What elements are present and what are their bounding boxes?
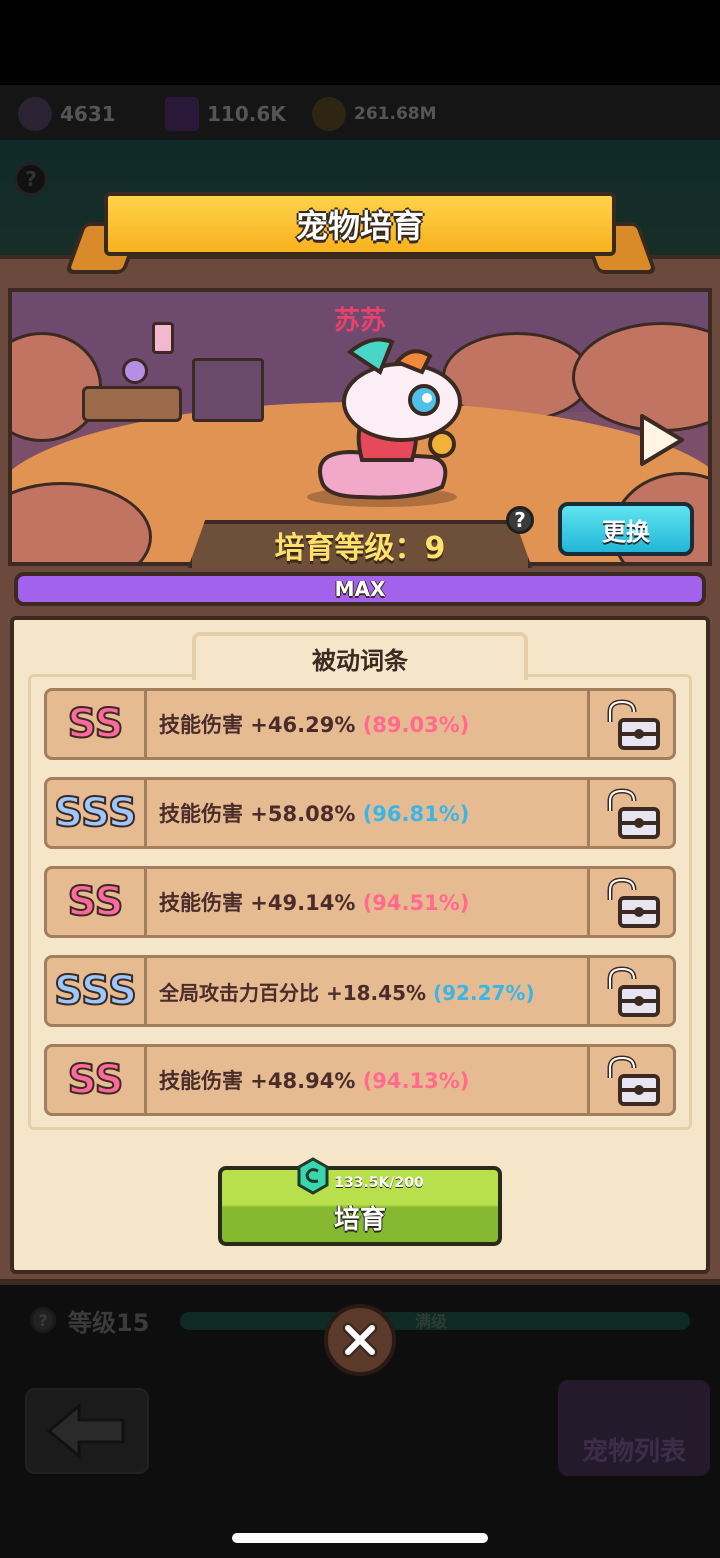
background-max-label: 满级: [415, 1312, 448, 1331]
lock-toggle[interactable]: [587, 1047, 673, 1113]
lock-toggle[interactable]: [587, 691, 673, 757]
cultivate-label: 培育: [333, 1204, 386, 1235]
passive-text: 技能伤害 +46.29%: [159, 713, 356, 737]
cultivate-button[interactable]: 133.5K/200 培育: [218, 1156, 502, 1246]
passive-text: 技能伤害 +58.08%: [159, 802, 356, 826]
passive-desc: 全局攻击力百分比 +18.45% (92.27%): [147, 977, 587, 1006]
resource-cube: 110.6K: [165, 96, 305, 132]
background-level-label: 等级15: [68, 1308, 150, 1337]
gold-coin-icon: [312, 97, 346, 131]
passive-pct: (92.27%): [433, 980, 535, 1005]
passive-pct: (94.51%): [362, 891, 470, 915]
lock-toggle[interactable]: [587, 780, 673, 846]
passive-text: 全局攻击力百分比 +18.45%: [159, 980, 427, 1005]
passive-row: SSS 全局攻击力百分比 +18.45% (92.27%): [44, 955, 676, 1027]
unlock-icon: [607, 699, 660, 750]
unlock-icon: [607, 1055, 660, 1106]
unlock-icon: [607, 877, 660, 928]
passive-desc: 技能伤害 +49.14% (94.51%): [147, 887, 587, 917]
pet-list-button: 宠物列表: [558, 1380, 710, 1476]
level-help-icon: ?: [30, 1307, 56, 1333]
cultivate-level-label: 培育等级：9: [274, 531, 446, 566]
passive-text: 技能伤害 +48.94%: [159, 1069, 356, 1093]
swap-button[interactable]: 更换: [558, 502, 694, 556]
cultivate-cost: 133.5K/200: [296, 1156, 424, 1195]
back-arrow-icon: [46, 1402, 125, 1460]
passive-row: SSS 技能伤害 +58.08% (96.81%): [44, 777, 676, 849]
potion-table: [82, 386, 182, 422]
back-button: [25, 1388, 149, 1474]
dark-egg-icon: [18, 97, 52, 131]
grade-badge: SSS: [47, 780, 147, 846]
grade-badge: SS: [47, 1047, 147, 1113]
potion-bottle: [152, 322, 174, 354]
pet-name: 苏苏: [333, 306, 386, 336]
passive-pct: (96.81%): [362, 802, 470, 826]
passive-row: SS 技能伤害 +46.29% (89.03%): [44, 688, 676, 760]
unlock-icon: [607, 966, 660, 1017]
background-help-icon: ?: [14, 162, 48, 196]
unlock-icon: [607, 788, 660, 839]
passive-desc: 技能伤害 +48.94% (94.13%): [147, 1065, 587, 1095]
resource-coin: 261.68M: [312, 96, 472, 132]
home-indicator[interactable]: [232, 1533, 488, 1543]
grade-badge: SSS: [47, 958, 147, 1024]
close-button[interactable]: [324, 1304, 396, 1376]
passive-desc: 技能伤害 +46.29% (89.03%): [147, 709, 587, 739]
cultivate-cost-value: 133.5K/200: [334, 1174, 424, 1191]
banner-sign: [192, 358, 264, 422]
passive-text: 技能伤害 +49.14%: [159, 891, 356, 915]
panel-title: 宠物培育: [104, 192, 616, 256]
potion-bottle: [122, 358, 148, 384]
passive-desc: 技能伤害 +58.08% (96.81%): [147, 798, 587, 828]
progress-label: MAX: [334, 577, 386, 601]
resource-egg-value: 4631: [60, 102, 116, 126]
passive-tab: 被动词条: [192, 632, 528, 680]
lock-toggle[interactable]: [587, 869, 673, 935]
resource-cube-value: 110.6K: [207, 102, 286, 126]
passive-pct: (94.13%): [362, 1069, 470, 1093]
grade-badge: SS: [47, 869, 147, 935]
passive-pct: (89.03%): [362, 713, 470, 737]
lock-toggle[interactable]: [587, 958, 673, 1024]
passive-row: SS 技能伤害 +49.14% (94.51%): [44, 866, 676, 938]
next-pet-arrow-icon[interactable]: [636, 412, 686, 468]
progress-bar: MAX: [14, 572, 706, 606]
pet-list-label: 宠物列表: [581, 1437, 686, 1467]
purple-cube-icon: [165, 97, 199, 131]
pet-creature-image: [307, 337, 462, 507]
help-icon[interactable]: ?: [506, 506, 534, 534]
close-icon: [342, 1322, 378, 1358]
resource-egg: 4631: [18, 96, 148, 132]
resource-coin-value: 261.68M: [354, 104, 437, 124]
green-gem-icon: [297, 1156, 329, 1195]
grade-badge: SS: [47, 691, 147, 757]
passive-row: SS 技能伤害 +48.94% (94.13%): [44, 1044, 676, 1116]
